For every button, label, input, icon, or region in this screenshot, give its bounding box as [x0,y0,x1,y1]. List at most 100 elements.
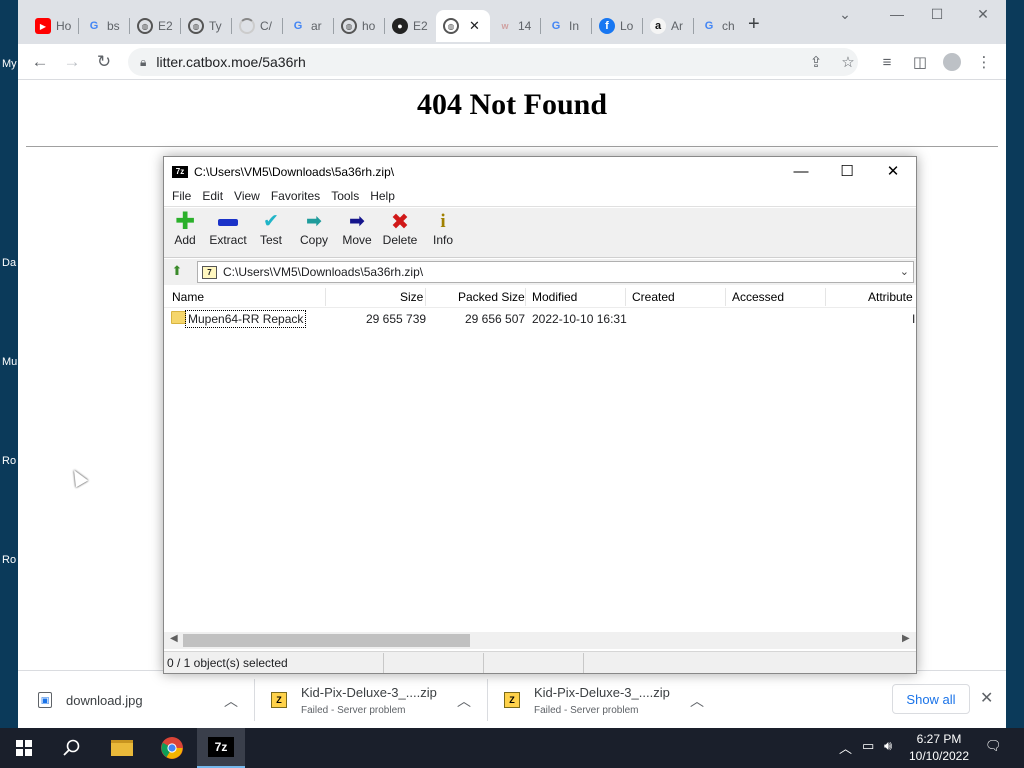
status-separator [383,653,384,673]
column-size[interactable]: Size [400,290,423,304]
path-text: C:\Users\VM5\Downloads\5a36rh.zip\ [223,265,424,279]
desktop-icon-label[interactable]: Ro [2,455,16,467]
column-separator[interactable] [425,288,426,306]
download-item[interactable]: Z Kid-Pix-Deluxe-3_....zip Failed - Serv… [271,671,481,729]
tab-active[interactable]: ◍ ✕ [436,10,490,42]
page-icon: w [501,21,509,31]
extract-button[interactable]: Extract [207,211,249,255]
path-combobox[interactable]: 7 C:\Users\VM5\Downloads\5a36rh.zip\ ⌄ [197,261,914,283]
kebab-menu-icon[interactable]: ⋮ [973,51,995,73]
menu-edit[interactable]: Edit [202,187,230,206]
tab-label: ho [362,19,376,33]
desktop-icon-label[interactable]: My [2,58,17,70]
menu-help[interactable]: Help [370,187,402,206]
menu-view[interactable]: View [234,187,267,206]
media-controls-icon[interactable]: ≡ [876,51,898,73]
side-panel-icon[interactable]: ◫ [909,51,931,73]
minimize-button[interactable]: — [786,161,816,183]
close-window-button[interactable]: ✕ [878,161,908,183]
menu-tools[interactable]: Tools [331,187,366,206]
scroll-right-icon[interactable]: ▶ [902,633,910,644]
close-download-bar-icon[interactable]: ✕ [980,688,993,708]
chevron-up-icon[interactable]: ︿ [690,691,704,711]
maximize-button[interactable]: ☐ [922,6,952,23]
tab[interactable]: C/ [232,10,283,42]
column-separator[interactable] [625,288,626,306]
column-attributes[interactable]: Attribute [868,290,913,304]
tab[interactable]: ◍ E2 [130,10,181,42]
column-separator[interactable] [525,288,526,306]
download-item[interactable]: Z Kid-Pix-Deluxe-3_....zip Failed - Serv… [504,671,714,729]
reload-icon[interactable]: ↻ [93,51,115,73]
tab[interactable]: G ch [694,10,745,42]
start-button[interactable] [0,728,48,768]
search-button[interactable] [48,728,96,768]
move-button[interactable]: ➡ Move [336,211,378,255]
close-tab-icon[interactable]: ✕ [469,18,480,34]
address-bar[interactable]: 🔒︎ litter.catbox.moe/5a36rh [128,48,858,76]
loading-icon [239,18,255,34]
delete-button[interactable]: ✖ Delete [379,211,421,255]
tab[interactable]: G In [541,10,592,42]
chevron-up-icon[interactable]: ︿ [839,738,852,757]
column-accessed[interactable]: Accessed [732,290,784,304]
column-packed-size[interactable]: Packed Size [458,290,525,304]
desktop-icon-label[interactable]: Da [2,257,16,269]
desktop-icon-label[interactable]: Mu [2,356,17,368]
chevron-down-icon[interactable]: ⌄ [900,265,909,278]
menu-file[interactable]: File [172,187,198,206]
forward-arrow-icon[interactable]: → [61,51,83,73]
download-status: Failed - Server problem [301,704,406,716]
table-row[interactable]: Mupen64-RR Repack 29 655 739 29 656 507 … [164,308,916,330]
chrome-button[interactable] [148,728,196,768]
copy-button[interactable]: ➡ Copy [293,211,335,255]
menu-favorites[interactable]: Favorites [271,187,327,206]
horizontal-scrollbar[interactable]: ◀ ▶ [164,632,916,649]
column-separator[interactable] [825,288,826,306]
file-explorer-button[interactable] [98,728,146,768]
column-modified[interactable]: Modified [532,290,577,304]
column-created[interactable]: Created [632,290,675,304]
bookmark-star-icon[interactable]: ☆ [837,51,859,73]
download-item[interactable]: ▣ download.jpg [38,671,248,729]
notification-icon[interactable]: 🗨︎ [985,738,1002,754]
column-separator[interactable] [725,288,726,306]
tab[interactable]: a Ar [643,10,694,42]
test-button[interactable]: ✔ Test [250,211,292,255]
desktop-icon-label[interactable]: Ro [2,554,16,566]
tab-label: C/ [260,19,272,33]
column-name[interactable]: Name [172,290,204,304]
minimize-button[interactable]: — [882,6,912,22]
new-tab-button[interactable]: + [748,14,760,34]
add-button[interactable]: ✚ Add [164,210,206,255]
share-icon[interactable]: ⇪ [805,51,827,73]
tab[interactable]: f Lo [592,10,643,42]
scroll-left-icon[interactable]: ◀ [170,633,178,644]
tab[interactable]: G bs [79,10,130,42]
close-window-button[interactable]: ✕ [968,6,998,23]
network-icon[interactable]: ▭ [862,738,874,754]
tab[interactable]: w 14 [490,10,541,42]
info-button[interactable]: i Info [422,211,464,255]
back-arrow-icon[interactable]: ← [29,51,51,73]
tab[interactable]: ◍ Ty [181,10,232,42]
scroll-thumb[interactable] [183,634,470,647]
tab[interactable]: ◍ ho [334,10,385,42]
tab-search-chevron-icon[interactable]: ⌄ [830,6,860,23]
sevenzip-taskbar-button[interactable]: 7z [197,728,245,768]
chevron-up-icon[interactable]: ︿ [224,691,238,711]
profile-avatar-icon[interactable] [941,51,963,73]
test-label: Test [259,233,282,247]
tab[interactable]: ● E2 [385,10,436,42]
tab[interactable]: G ar [283,10,334,42]
desktop-background-right [1006,0,1024,728]
column-separator[interactable] [325,288,326,306]
volume-icon[interactable]: 🔊︎ [884,738,892,754]
show-all-button[interactable]: Show all [892,684,970,714]
delete-icon: ✖ [390,209,410,234]
tab[interactable]: ▶ Ho [28,10,79,42]
chevron-up-icon[interactable]: ︿ [457,691,471,711]
maximize-button[interactable]: ☐ [832,161,862,183]
up-folder-icon[interactable]: ⬆ [168,263,186,281]
clock[interactable]: 6:27 PM 10/10/2022 [903,731,975,765]
